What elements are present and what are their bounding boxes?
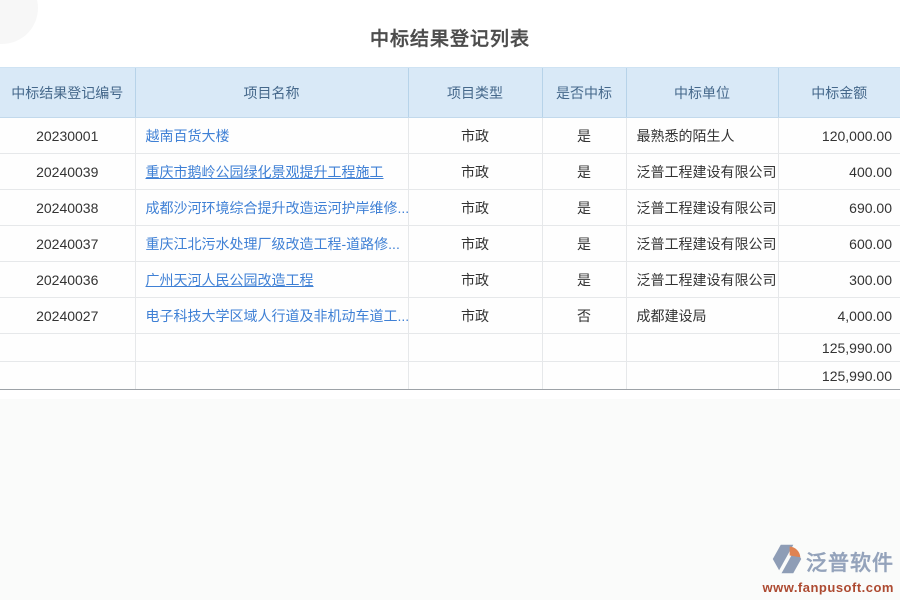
cell-reg_no: 20240037: [0, 226, 135, 262]
table-row: 20230001 越南百货大楼 市政是最熟悉的陌生人120,000.00: [0, 118, 900, 154]
vendor-watermark: 泛普软件 www.fanpusoft.com: [762, 543, 894, 595]
col-header-win-unit: 中标单位: [626, 68, 778, 118]
project-name-link[interactable]: 成都沙河环境综合提升改造运河护岸维修...: [146, 200, 409, 216]
cell-win_amount: 400.00: [778, 154, 900, 190]
cell-is_win: 是: [542, 118, 626, 154]
cell-win_unit: 泛普工程建设有限公司: [626, 262, 778, 298]
cell-project_type: 市政: [408, 298, 542, 334]
summary-cell-reg_no: [0, 362, 135, 390]
cell-reg_no: 20240039: [0, 154, 135, 190]
cell-win_unit: 泛普工程建设有限公司: [626, 226, 778, 262]
cell-reg_no: 20240036: [0, 262, 135, 298]
cell-project_name: 广州天河人民公园改造工程: [135, 262, 408, 298]
col-header-reg-no: 中标结果登记编号: [0, 68, 135, 118]
col-header-win-amount: 中标金额: [778, 68, 900, 118]
table-row: 20240037 重庆江北污水处理厂级改造工程-道路修... 市政是泛普工程建设有限…: [0, 226, 900, 262]
col-header-is-win: 是否中标: [542, 68, 626, 118]
project-name-link[interactable]: 越南百货大楼: [146, 128, 230, 144]
cell-project_type: 市政: [408, 262, 542, 298]
cell-project_name: 成都沙河环境综合提升改造运河护岸维修...: [135, 190, 408, 226]
vendor-url-link[interactable]: www.fanpusoft.com: [762, 580, 894, 595]
summary-cell-project_name: [135, 362, 408, 390]
cell-project_name: 电子科技大学区域人行道及非机动车道工...: [135, 298, 408, 334]
cell-win_unit: 泛普工程建设有限公司: [626, 190, 778, 226]
summary-cell-project_type: [408, 334, 542, 362]
summary-cell-win_unit: [626, 334, 778, 362]
cell-reg_no: 20240027: [0, 298, 135, 334]
cell-win_unit: 泛普工程建设有限公司: [626, 154, 778, 190]
summary-cell-win_amount: 125,990.00: [778, 362, 900, 390]
project-name-link[interactable]: 重庆市鹅岭公园绿化景观提升工程施工: [146, 164, 384, 180]
summary-cell-win_unit: [626, 362, 778, 390]
bid-results-table: 中标结果登记编号 项目名称 项目类型 是否中标 中标单位 中标金额 202300…: [0, 67, 900, 390]
cell-win_amount: 600.00: [778, 226, 900, 262]
table-body: 20230001越南百货大楼市政是最熟悉的陌生人120,000.00202400…: [0, 118, 900, 390]
project-name-link[interactable]: 重庆江北污水处理厂级改造工程-道路修...: [146, 236, 400, 252]
table-row: 20240027 电子科技大学区域人行道及非机动车道工...市政否成都建设局4,0…: [0, 298, 900, 334]
cell-project_type: 市政: [408, 226, 542, 262]
col-header-project-name: 项目名称: [135, 68, 408, 118]
col-header-project-type: 项目类型: [408, 68, 542, 118]
cell-is_win: 是: [542, 262, 626, 298]
cell-win_amount: 120,000.00: [778, 118, 900, 154]
header-row: 中标结果登记编号 项目名称 项目类型 是否中标 中标单位 中标金额: [0, 68, 900, 118]
page-title: 中标结果登记列表: [370, 24, 530, 51]
cell-project_name: 越南百货大楼: [135, 118, 408, 154]
summary-cell-win_amount: 125,990.00: [778, 334, 900, 362]
cell-project_type: 市政: [408, 118, 542, 154]
summary-cell-project_type: [408, 362, 542, 390]
cell-project_name: 重庆江北污水处理厂级改造工程-道路修...: [135, 226, 408, 262]
summary-cell-reg_no: [0, 334, 135, 362]
cell-is_win: 是: [542, 154, 626, 190]
cell-win_unit: 最熟悉的陌生人: [626, 118, 778, 154]
cell-project_type: 市政: [408, 154, 542, 190]
project-name-link[interactable]: 电子科技大学区域人行道及非机动车道工...: [146, 308, 409, 324]
vendor-name: 泛普软件: [806, 547, 894, 577]
cell-win_amount: 300.00: [778, 262, 900, 298]
cell-win_amount: 690.00: [778, 190, 900, 226]
project-name-link[interactable]: 广州天河人民公园改造工程: [146, 272, 314, 288]
cell-project_type: 市政: [408, 190, 542, 226]
cell-project_name: 重庆市鹅岭公园绿化景观提升工程施工: [135, 154, 408, 190]
cell-win_amount: 4,000.00: [778, 298, 900, 334]
summary-row: 125,990.00: [0, 334, 900, 362]
page-footer-area: 泛普软件 www.fanpusoft.com: [0, 399, 900, 600]
fanpu-logo-icon: [771, 543, 803, 580]
table-row: 20240038 成都沙河环境综合提升改造运河护岸维修...市政是泛普工程建设有限…: [0, 190, 900, 226]
page-header: 中标结果登记列表: [0, 0, 900, 67]
cell-is_win: 是: [542, 226, 626, 262]
cell-win_unit: 成都建设局: [626, 298, 778, 334]
cell-is_win: 否: [542, 298, 626, 334]
summary-row: 125,990.00: [0, 362, 900, 390]
cell-reg_no: 20240038: [0, 190, 135, 226]
table-row: 20240039 重庆市鹅岭公园绿化景观提升工程施工 市政是泛普工程建设有限公司40…: [0, 154, 900, 190]
summary-cell-is_win: [542, 334, 626, 362]
table-header: 中标结果登记编号 项目名称 项目类型 是否中标 中标单位 中标金额: [0, 68, 900, 118]
summary-cell-is_win: [542, 362, 626, 390]
cell-is_win: 是: [542, 190, 626, 226]
cell-reg_no: 20230001: [0, 118, 135, 154]
summary-cell-project_name: [135, 334, 408, 362]
table-row: 20240036 广州天河人民公园改造工程 市政是泛普工程建设有限公司300.00: [0, 262, 900, 298]
